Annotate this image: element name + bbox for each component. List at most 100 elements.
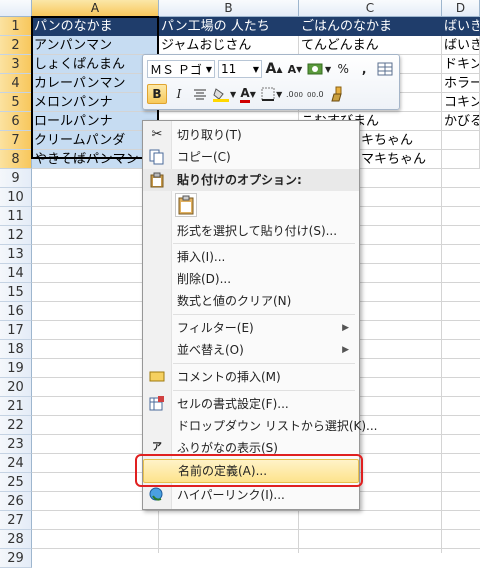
menu-item-pick-from-dropdown[interactable]: ドロップダウン リストから選択(K)... [143,415,378,437]
row-header[interactable]: 10 [0,188,32,207]
row-header[interactable]: 24 [0,454,32,473]
cell-d7[interactable] [442,131,480,150]
menu-item-copy[interactable]: コピー(C) [143,146,359,168]
font-size-combo[interactable]: 11 ▼ [218,60,262,78]
cell-a1[interactable]: パンのなかま [32,17,159,36]
row-header[interactable]: 13 [0,245,32,264]
menu-item-define-name[interactable]: 名前の定義(A)... [143,459,359,483]
cell-c1[interactable]: ごはんのなかま [299,17,442,36]
font-color-button[interactable]: A ▼ [239,84,257,104]
decrease-decimal-button[interactable]: 00.0 [306,84,324,104]
increase-decimal-button[interactable]: .0 00 [285,84,303,104]
italic-button[interactable]: I [170,84,188,104]
svg-text:00: 00 [294,91,303,99]
row-header[interactable]: 14 [0,264,32,283]
row-header[interactable]: 18 [0,340,32,359]
cell-a5[interactable]: メロンパンナ [32,93,159,112]
row-header[interactable]: 26 [0,492,32,511]
copy-icon [149,149,165,165]
cell-a3[interactable]: しょくぱんまん [32,55,159,74]
fill-color-button[interactable]: ▼ [212,84,236,104]
cell-d3[interactable]: ドキン [442,55,480,74]
cell-d2[interactable]: ばいき [442,36,480,55]
font-name-value: ＭＳ Ｐゴ [150,62,202,77]
row-header[interactable]: 15 [0,283,32,302]
menu-item-format-cells[interactable]: セルの書式設定(F)... [143,393,359,415]
shrink-font-button[interactable]: A ▼ [286,59,304,79]
menu-item-cut[interactable]: ✂ 切り取り(T) [143,124,359,146]
column-header-d[interactable]: D [442,0,480,17]
menu-item-hyperlink[interactable]: ハイパーリンク(I)... [143,484,359,506]
column-header-b[interactable]: B [159,0,299,17]
cell-a4[interactable]: カレーパンマン [32,74,159,93]
cell-a6[interactable]: ロールパンナ [32,112,159,131]
increase-decimal-icon: .0 00 [286,90,303,99]
menu-item-filter[interactable]: フィルター(E) ▶ [143,317,359,339]
row-header[interactable]: 22 [0,416,32,435]
font-name-combo[interactable]: ＭＳ Ｐゴ ▼ [147,60,215,78]
row-header[interactable]: 27 [0,511,32,530]
row-header[interactable]: 3 [0,55,32,74]
format-painter-button[interactable] [327,84,345,104]
cell-a8[interactable]: やきそばパンマン [32,150,159,169]
cell-d1[interactable]: ばいき [442,17,480,36]
svg-text:.0: .0 [316,90,324,99]
paint-bucket-icon [213,88,229,102]
cell-a2[interactable]: アンパンマン [32,36,159,55]
column-header-a[interactable]: A [32,0,159,17]
row-header[interactable]: 20 [0,378,32,397]
cell-d6[interactable]: かびる [442,112,480,131]
row-header[interactable]: 25 [0,473,32,492]
row-header[interactable]: 8 [0,150,32,169]
menu-item-paste-special[interactable]: 形式を選択して貼り付け(S)... [143,220,359,242]
row-header[interactable]: 29 [0,549,32,568]
row-header[interactable]: 11 [0,207,32,226]
row-header[interactable]: 16 [0,302,32,321]
menu-item-sort[interactable]: 並べ替え(O) ▶ [143,339,359,361]
cell-b1[interactable]: パン工場の 人たち [159,17,299,36]
select-all-corner[interactable] [0,0,32,17]
row-header[interactable]: 28 [0,530,32,549]
bold-button[interactable]: B [147,84,167,104]
clipboard-icon [149,172,165,188]
cell-b2[interactable]: ジャムおじさん [159,36,299,55]
row-header[interactable]: 12 [0,226,32,245]
comma-button[interactable]: , [355,59,373,79]
grow-font-button[interactable]: A ▲ [265,59,283,79]
font-size-value: 11 [221,62,237,76]
row-header[interactable]: 23 [0,435,32,454]
row-header[interactable]: 5 [0,93,32,112]
format-painter-grid-button[interactable] [376,59,394,79]
align-center-button[interactable] [191,84,209,104]
row-header[interactable]: 4 [0,74,32,93]
row-header[interactable]: 19 [0,359,32,378]
svg-text:.0: .0 [286,90,294,99]
row-header[interactable]: 9 [0,169,32,188]
menu-item-insert[interactable]: 挿入(I)... [143,246,359,268]
row-header[interactable]: 1 [0,17,32,36]
cell-c2[interactable]: てんどんまん [299,36,442,55]
column-header-c[interactable]: C [299,0,442,17]
row-header[interactable]: 6 [0,112,32,131]
row-header[interactable]: 7 [0,131,32,150]
svg-text:00: 00 [307,91,316,99]
menu-item-insert-comment[interactable]: コメントの挿入(M) [143,366,359,388]
paste-button[interactable] [175,193,197,217]
accounting-format-button[interactable]: ▼ [307,59,331,79]
cell-d8[interactable] [442,150,480,169]
cell-d4[interactable]: ホラー [442,74,480,93]
row-header[interactable]: 2 [0,36,32,55]
row-header[interactable]: 17 [0,321,32,340]
cell-a7[interactable]: クリームパンダ [32,131,159,150]
menu-item-paste-special-label: 形式を選択して貼り付け(S)... [177,224,338,238]
menu-item-delete[interactable]: 削除(D)... [143,268,359,290]
percent-button[interactable]: % [334,59,352,79]
menu-item-clear-contents[interactable]: 数式と値のクリア(N) [143,290,359,312]
borders-icon [261,87,275,101]
borders-button[interactable]: ▼ [260,84,282,104]
row-header[interactable]: 21 [0,397,32,416]
menu-item-sort-label: 並べ替え(O) [177,343,244,357]
menu-item-show-phonetic[interactable]: ア ふりがなの表示(S) [143,437,359,459]
menu-item-copy-label: コピー(C) [177,150,231,164]
cell-d5[interactable]: コキン [442,93,480,112]
